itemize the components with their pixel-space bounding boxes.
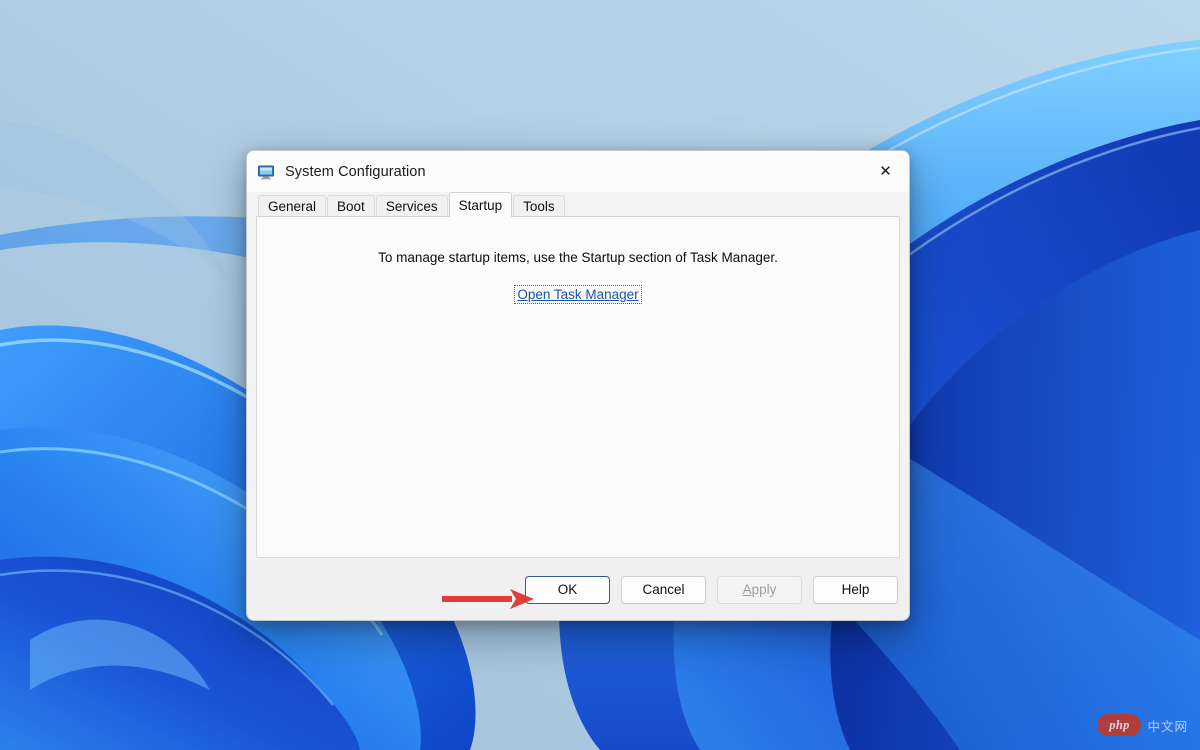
tab-tools-label: Tools	[523, 198, 555, 214]
tab-tools[interactable]: Tools	[513, 195, 565, 216]
open-task-manager-row: Open Task Manager	[257, 285, 899, 304]
tab-strip: General Boot Services Startup Tools	[247, 192, 909, 217]
dialog-title: System Configuration	[285, 163, 426, 180]
help-button-label: Help	[841, 582, 870, 597]
cancel-button[interactable]: Cancel	[621, 575, 706, 604]
tab-general[interactable]: General	[258, 195, 327, 216]
dialog-titlebar: System Configuration ✕	[247, 151, 909, 192]
watermark-site-text: 中文网	[1147, 718, 1188, 734]
help-button[interactable]: Help	[813, 575, 898, 604]
tab-general-label: General	[268, 198, 317, 214]
close-glyph: ✕	[879, 162, 892, 180]
apply-button: Apply	[717, 575, 802, 604]
system-configuration-monitor-icon	[257, 163, 275, 181]
cancel-button-label: Cancel	[642, 582, 685, 597]
close-icon[interactable]: ✕	[862, 151, 909, 192]
tab-startup-label: Startup	[458, 197, 503, 213]
system-configuration-dialog: System Configuration ✕ General Boot Serv…	[246, 150, 910, 621]
apply-accel-letter: A	[742, 582, 752, 597]
ok-button[interactable]: OK	[525, 575, 610, 604]
watermark: php 中文网	[1097, 714, 1188, 736]
startup-info-text: To manage startup items, use the Startup…	[378, 250, 778, 265]
tab-boot[interactable]: Boot	[327, 195, 375, 216]
startup-tab-panel: To manage startup items, use the Startup…	[256, 216, 900, 558]
tab-services-label: Services	[385, 198, 438, 214]
open-task-manager-link[interactable]: Open Task Manager	[514, 285, 642, 304]
tab-startup[interactable]: Startup	[448, 192, 513, 217]
ok-button-label: OK	[557, 582, 578, 597]
tab-services[interactable]: Services	[375, 195, 448, 216]
desktop-background: System Configuration ✕ General Boot Serv…	[0, 0, 1200, 750]
watermark-badge: php	[1097, 714, 1142, 736]
dialog-button-bar: OK Cancel Apply Help	[247, 559, 909, 620]
apply-button-label: Apply	[742, 582, 777, 597]
tab-boot-label: Boot	[337, 198, 365, 214]
